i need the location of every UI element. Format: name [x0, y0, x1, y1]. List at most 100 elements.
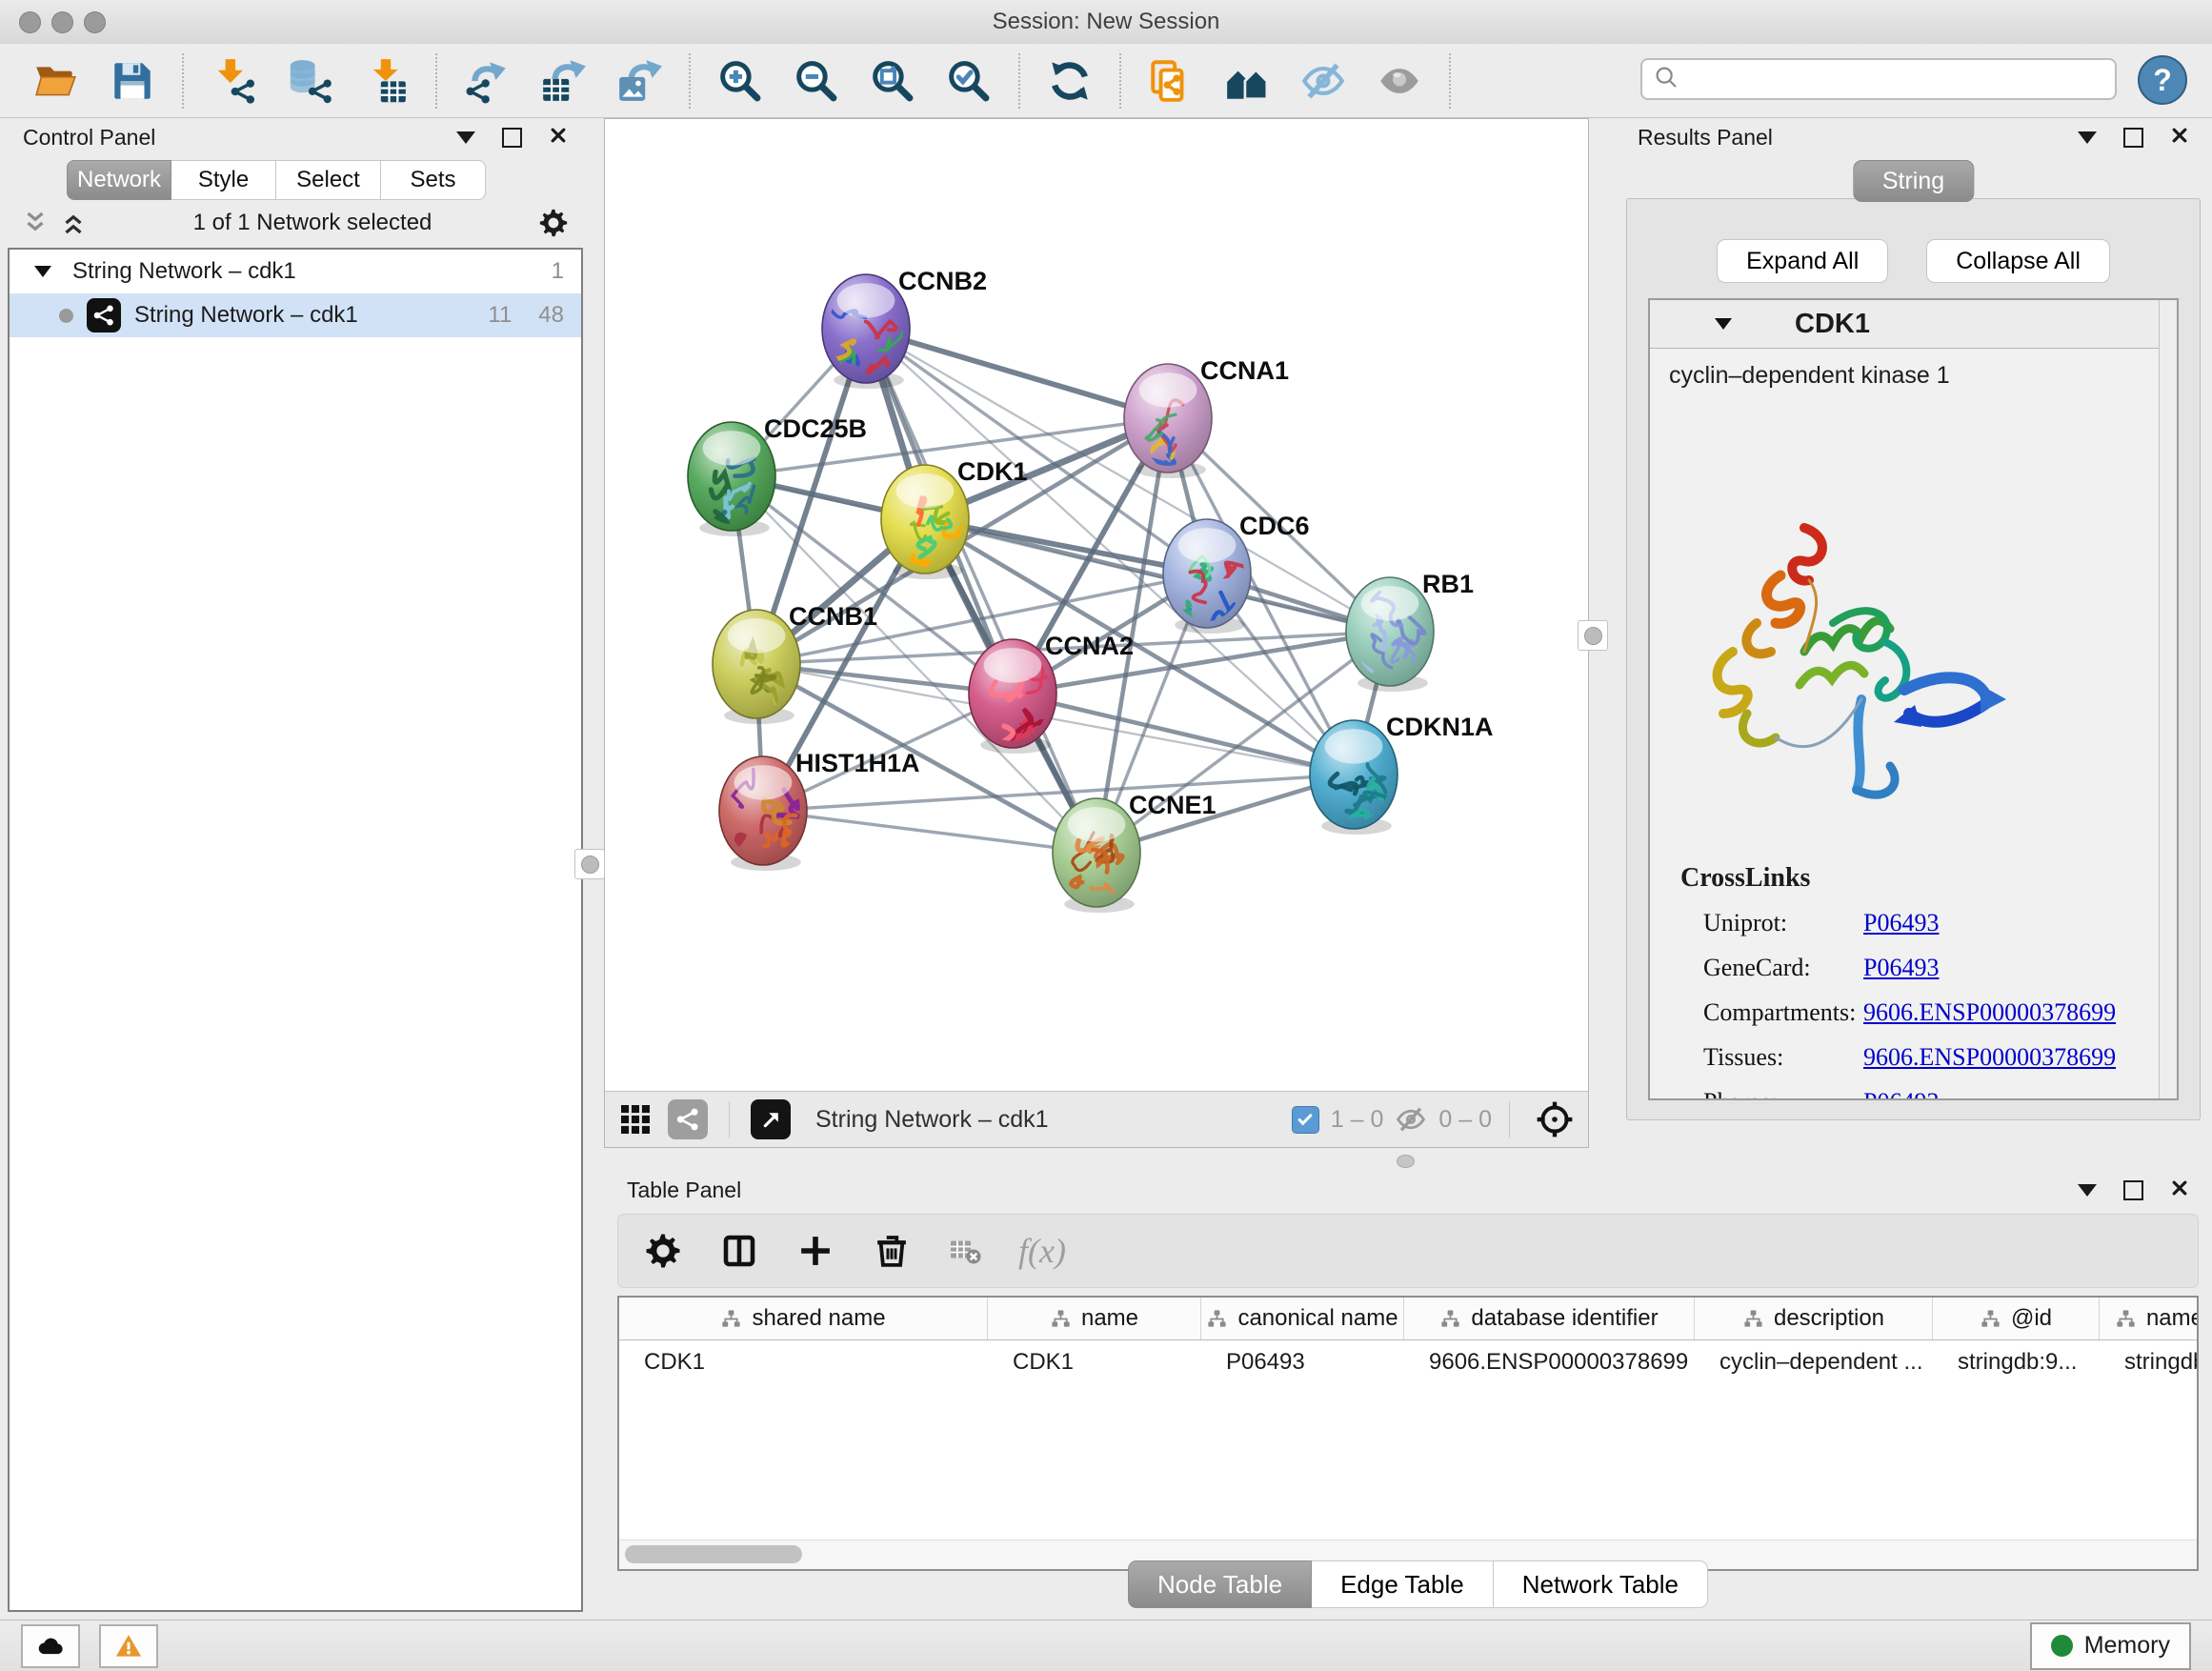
network-node-ccna2[interactable]: CCNA2 — [969, 632, 1134, 755]
close-window-button[interactable] — [19, 11, 41, 33]
network-node-rb1[interactable]: RB1 — [1345, 570, 1474, 692]
table-row[interactable]: CDK1CDK1P064939606.ENSP00000378699cyclin… — [619, 1340, 2197, 1384]
crosslink-uniprot-link[interactable]: P06493 — [1863, 909, 1939, 937]
delete-column-icon[interactable] — [872, 1231, 912, 1271]
birdseye-toggle-icon[interactable] — [1535, 1099, 1575, 1139]
collection-expand-icon[interactable] — [34, 266, 51, 277]
collapse-all-networks-icon[interactable] — [21, 209, 50, 237]
search-input[interactable] — [1680, 61, 2105, 97]
network-node-ccna1[interactable]: CCNA1 — [1124, 356, 1289, 478]
tab-network-table[interactable]: Network Table — [1494, 1560, 1708, 1608]
hide-selected-button[interactable] — [1299, 57, 1347, 105]
tab-edge-table[interactable]: Edge Table — [1312, 1560, 1494, 1608]
cloud-button[interactable] — [21, 1624, 80, 1668]
gene-entry-header[interactable]: CDK1 — [1650, 300, 2177, 349]
cell--id[interactable]: stringdb:9... — [1933, 1349, 2100, 1376]
cell-namespace[interactable]: stringdb — [2100, 1349, 2199, 1376]
network-node-hist1h1a[interactable]: HIST1H1A — [719, 749, 920, 871]
zoom-out-button[interactable] — [793, 57, 840, 105]
export-network-button[interactable] — [463, 57, 511, 105]
panel-close-icon[interactable] — [549, 125, 568, 151]
selected-nodes-checkbox[interactable] — [1292, 1106, 1319, 1134]
column-header-namespace[interactable]: namespace — [2100, 1298, 2199, 1339]
search-box[interactable] — [1640, 58, 2117, 100]
warnings-button[interactable] — [99, 1624, 158, 1668]
first-neighbors-icon — [1223, 93, 1271, 108]
cell-shared-name[interactable]: CDK1 — [619, 1349, 988, 1376]
export-table-button[interactable] — [539, 57, 587, 105]
right-splitter-handle[interactable] — [1578, 620, 1608, 651]
horizontal-splitter-handle[interactable] — [1397, 1155, 1415, 1168]
panel-menu-icon[interactable] — [2078, 131, 2097, 144]
network-node-cdkn1a[interactable]: CDKN1A — [1310, 713, 1494, 835]
show-columns-icon[interactable] — [719, 1231, 759, 1271]
tab-select[interactable]: Select — [276, 160, 381, 200]
table-options-gear-icon[interactable] — [643, 1231, 683, 1271]
save-session-button[interactable] — [109, 57, 156, 105]
column-header--id[interactable]: @id — [1933, 1298, 2100, 1339]
crosslink-pharos-link[interactable]: P06493 — [1863, 1088, 1939, 1100]
show-all-button[interactable] — [1376, 57, 1423, 105]
network-options-gear-icon[interactable] — [537, 207, 570, 239]
help-button[interactable]: ? — [2138, 55, 2187, 105]
column-header-canonical-name[interactable]: canonical name — [1201, 1298, 1404, 1339]
panel-menu-icon[interactable] — [2078, 1184, 2097, 1197]
left-splitter-handle[interactable] — [574, 849, 605, 879]
tab-string[interactable]: String — [1853, 160, 1974, 202]
panel-close-icon[interactable] — [2170, 1178, 2189, 1203]
network-edge[interactable] — [763, 811, 1096, 853]
apply-layout-button[interactable] — [1046, 57, 1094, 105]
grid-view-icon[interactable] — [618, 1102, 653, 1137]
panel-close-icon[interactable] — [2170, 125, 2189, 151]
maximize-window-button[interactable] — [84, 11, 106, 33]
import-network-from-file-button[interactable] — [210, 57, 257, 105]
expand-all-networks-icon[interactable] — [59, 209, 88, 237]
memory-button[interactable]: Memory — [2030, 1622, 2191, 1670]
import-table-from-file-button[interactable] — [362, 57, 410, 105]
collapse-entry-icon[interactable] — [1715, 318, 1732, 330]
network-node-ccne1[interactable]: CCNE1 — [1053, 791, 1217, 913]
tab-network[interactable]: Network — [67, 160, 171, 200]
export-image-button[interactable] — [615, 57, 663, 105]
minimize-window-button[interactable] — [51, 11, 73, 33]
zoom-fit-button[interactable] — [869, 57, 916, 105]
add-column-icon[interactable] — [795, 1231, 835, 1271]
panel-menu-icon[interactable] — [456, 131, 475, 144]
column-header-shared-name[interactable]: shared name — [619, 1298, 988, 1339]
network-node-ccnb2[interactable]: CCNB2 — [822, 267, 987, 389]
network-collection-row[interactable]: String Network – cdk1 1 — [10, 250, 581, 293]
collapse-all-button[interactable]: Collapse All — [1926, 239, 2110, 283]
clone-network-button[interactable] — [1147, 57, 1195, 105]
network-node-cdk1[interactable]: CDK1 — [881, 457, 1028, 579]
detach-view-button[interactable] — [751, 1099, 791, 1139]
cell-description[interactable]: cyclin–dependent ... — [1695, 1349, 1933, 1376]
zoom-in-button[interactable] — [716, 57, 764, 105]
network-row[interactable]: String Network – cdk1 11 48 — [10, 293, 581, 337]
network-node-ccnb1[interactable]: CCNB1 — [713, 602, 877, 724]
column-header-description[interactable]: description — [1695, 1298, 1933, 1339]
crosslink-genecard-link[interactable]: P06493 — [1863, 954, 1939, 982]
panel-float-icon[interactable] — [502, 128, 522, 148]
first-neighbors-button[interactable] — [1223, 57, 1271, 105]
network-overview-button[interactable] — [668, 1099, 708, 1139]
crosslink-compartments-link[interactable]: 9606.ENSP00000378699 — [1863, 998, 2116, 1027]
cell-database-identifier[interactable]: 9606.ENSP00000378699 — [1404, 1349, 1695, 1376]
open-session-button[interactable] — [32, 57, 80, 105]
column-header-name[interactable]: name — [988, 1298, 1201, 1339]
panel-float-icon[interactable] — [2123, 1180, 2143, 1200]
tab-node-table[interactable]: Node Table — [1128, 1560, 1312, 1608]
tab-style[interactable]: Style — [171, 160, 276, 200]
cell-canonical-name[interactable]: P06493 — [1201, 1349, 1404, 1376]
panel-float-icon[interactable] — [2123, 128, 2143, 148]
column-header-database-identifier[interactable]: database identifier — [1404, 1298, 1695, 1339]
crosslink-tissues-link[interactable]: 9606.ENSP00000378699 — [1863, 1043, 2116, 1072]
tab-sets[interactable]: Sets — [381, 160, 486, 200]
zoom-selected-button[interactable] — [945, 57, 993, 105]
scrollbar-thumb[interactable] — [625, 1545, 802, 1563]
network-canvas[interactable]: CCNB2CCNA1CDC25BCDK1CDC6RB1CCNB1CCNA2CDK… — [605, 119, 1588, 1092]
import-network-from-database-button[interactable] — [286, 57, 333, 105]
network-edge[interactable] — [866, 329, 1168, 418]
expand-all-button[interactable]: Expand All — [1717, 239, 1888, 283]
results-scrollbar[interactable] — [2159, 300, 2177, 1098]
cell-name[interactable]: CDK1 — [988, 1349, 1201, 1376]
